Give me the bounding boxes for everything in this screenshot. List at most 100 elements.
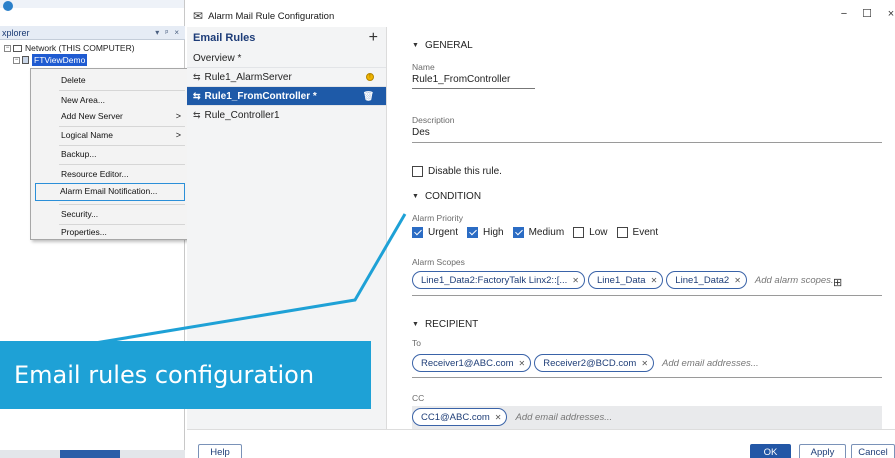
priority-event-checkbox[interactable]: Event: [616, 227, 658, 238]
scope-chip[interactable]: Line1_Data2:FactoryTalk Linx2::[... ✕: [412, 271, 585, 289]
disable-rule-checkbox[interactable]: Disable this rule.: [412, 166, 502, 177]
close-icon[interactable]: ×: [174, 28, 179, 37]
cc-placeholder: Add email addresses...: [515, 411, 613, 423]
menu-item-add-new-server[interactable]: Add New Server >: [31, 107, 189, 125]
to-field[interactable]: Receiver1@ABC.com ✕ Receiver2@BCD.com ✕ Ad…: [412, 354, 759, 372]
scopes-underline: [412, 295, 882, 296]
explorer-title: xplorer: [2, 27, 30, 38]
tree-item-application[interactable]: − FTViewDemo: [0, 54, 185, 66]
to-underline: [412, 377, 882, 378]
priority-high-checkbox[interactable]: High: [467, 227, 504, 238]
server-icon: [22, 56, 29, 64]
delete-rule-icon[interactable]: 🗑: [363, 91, 374, 102]
apply-button[interactable]: Apply: [799, 444, 846, 458]
email-rules-header: Email Rules +: [187, 27, 386, 49]
rule-item[interactable]: ⇆ Rule1_AlarmServer !: [187, 68, 386, 87]
checkbox-checked-icon: [467, 227, 479, 238]
remove-chip-icon[interactable]: ✕: [651, 276, 658, 285]
remove-chip-icon[interactable]: ✕: [495, 413, 502, 422]
cancel-button[interactable]: Cancel: [851, 444, 895, 458]
menu-item-properties[interactable]: Properties...: [31, 223, 189, 241]
rule-icon: ⇆: [193, 71, 201, 82]
recipient-section-header[interactable]: ▼ RECIPIENT: [412, 319, 478, 330]
email-chip[interactable]: CC1@ABC.com ✕: [412, 408, 508, 426]
alarm-scopes-field[interactable]: Line1_Data2:FactoryTalk Linx2::[... ✕ Lin…: [412, 271, 839, 289]
close-button[interactable]: ×: [884, 7, 895, 21]
cc-label: CC: [412, 393, 425, 403]
checkbox-icon: [616, 227, 628, 238]
explorer-tree: − Network (THIS COMPUTER) − FTViewDemo: [0, 42, 185, 66]
tree-item-network[interactable]: − Network (THIS COMPUTER): [0, 42, 185, 54]
to-label: To: [412, 338, 421, 348]
checkbox-checked-icon: [512, 227, 524, 238]
rule-overview[interactable]: Overview *: [187, 49, 386, 68]
submenu-arrow-icon: >: [175, 130, 181, 140]
priority-medium-checkbox[interactable]: Medium: [512, 227, 564, 238]
priority-low-checkbox[interactable]: Low: [573, 227, 608, 238]
description-field[interactable]: Des: [412, 127, 430, 138]
general-section-header[interactable]: ▼ GENERAL: [412, 40, 473, 51]
remove-chip-icon[interactable]: ✕: [641, 359, 648, 368]
scope-chip[interactable]: Line1_Data ✕: [587, 271, 664, 289]
checkbox-icon: [573, 227, 585, 238]
remove-chip-icon[interactable]: ✕: [572, 276, 579, 285]
alarm-priority-options: Urgent High Medium Low Event: [412, 227, 667, 238]
app-icon: [3, 1, 13, 11]
browse-scopes-icon[interactable]: ⊞: [833, 276, 842, 289]
description-underline: [412, 142, 882, 143]
scopes-placeholder: Add alarm scopes...: [754, 274, 839, 286]
context-menu: Delete New Area... Add New Server > Logic…: [30, 68, 190, 240]
email-chip[interactable]: Receiver2@BCD.com ✕: [534, 354, 655, 372]
mail-icon: ✉: [193, 9, 204, 23]
name-field-underline: [412, 88, 535, 89]
collapse-icon[interactable]: −: [13, 56, 20, 64]
menu-item-resource-editor[interactable]: Resource Editor...: [31, 165, 189, 183]
pin-icon[interactable]: ᵖ: [165, 28, 168, 37]
name-label: Name: [412, 62, 435, 72]
remove-chip-icon[interactable]: ✕: [734, 276, 741, 285]
annotation-text: Email rules configuration: [14, 361, 315, 389]
email-chip[interactable]: Receiver1@ABC.com ✕: [412, 354, 532, 372]
menu-item-security[interactable]: Security...: [31, 205, 189, 223]
explorer-titlebar: xplorer ▾ ᵖ ×: [0, 26, 185, 40]
priority-urgent-checkbox[interactable]: Urgent: [412, 227, 458, 238]
collapse-icon[interactable]: −: [4, 44, 11, 52]
warning-badge-icon: !: [366, 73, 374, 81]
alarm-priority-label: Alarm Priority: [412, 213, 464, 223]
condition-section-header[interactable]: ▼ CONDITION: [412, 191, 481, 202]
name-field[interactable]: Rule1_FromController: [412, 74, 510, 85]
menu-item-backup[interactable]: Backup...: [31, 145, 189, 163]
network-icon: [13, 44, 22, 52]
rule-item-selected[interactable]: ⇆ Rule1_FromController * 🗑: [187, 87, 386, 106]
description-label: Description: [412, 115, 455, 125]
ok-button[interactable]: OK: [750, 444, 791, 458]
cc-field[interactable]: CC1@ABC.com ✕ Add email addresses...: [412, 408, 612, 426]
rule-item[interactable]: ⇆ Rule_Controller1: [187, 106, 386, 125]
rule-icon: ⇆: [193, 110, 201, 120]
alarm-scopes-label: Alarm Scopes: [412, 257, 465, 267]
dropdown-icon[interactable]: ▾: [155, 28, 159, 37]
remove-chip-icon[interactable]: ✕: [519, 359, 526, 368]
menu-item-logical-name[interactable]: Logical Name >: [31, 126, 189, 144]
explorer-tab[interactable]: [60, 450, 120, 458]
help-button[interactable]: Help: [198, 444, 242, 458]
rule-icon: ⇆: [193, 90, 201, 101]
menu-item-delete[interactable]: Delete: [31, 71, 189, 89]
dialog-button-bar: Help OK Apply Cancel: [187, 429, 895, 458]
scope-chip[interactable]: Line1_Data2 ✕: [666, 271, 747, 289]
collapse-caret-icon: ▼: [412, 193, 419, 200]
annotation-callout: Email rules configuration: [0, 341, 371, 409]
minimize-button[interactable]: −: [837, 7, 851, 21]
maximize-button[interactable]: ☐: [860, 7, 874, 21]
menu-item-alarm-email-notification[interactable]: Alarm Email Notification...: [35, 183, 185, 201]
explorer-footer: [0, 450, 185, 458]
rule-form: ▼ GENERAL Name Rule1_FromController Desc…: [403, 27, 895, 429]
add-rule-button[interactable]: +: [369, 29, 378, 47]
submenu-arrow-icon: >: [175, 111, 181, 121]
rule-name: Rule1_AlarmServer: [204, 71, 292, 83]
collapse-caret-icon: ▼: [412, 42, 419, 49]
rule-name: Rule1_FromController *: [204, 90, 317, 102]
checkbox-checked-icon: [412, 227, 423, 238]
checkbox-icon: [412, 166, 423, 177]
email-rules-title: Email Rules: [193, 32, 256, 44]
